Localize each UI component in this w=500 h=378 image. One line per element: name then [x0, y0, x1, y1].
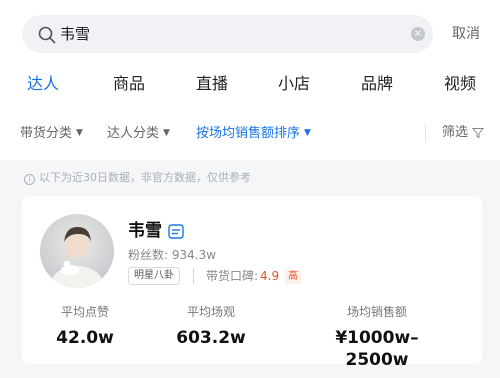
avg-views-label: 平均场观 [186, 305, 235, 319]
tag-divider [193, 268, 194, 284]
goods-category-filter[interactable]: 带货分类 ▼ [20, 124, 83, 143]
category-tag: 明星八卦 [128, 267, 180, 285]
tab-shops[interactable]: 小店 [278, 74, 310, 94]
search-icon [38, 26, 56, 44]
avg-sales-label: 场均销售额 [346, 305, 407, 319]
reputation-label: 带货口碑: [206, 269, 259, 283]
info-icon: i [24, 174, 35, 185]
screen-button[interactable]: 筛选 [442, 124, 468, 142]
tab-brands[interactable]: 品牌 [361, 74, 393, 94]
caret-down-icon: ▼ [304, 128, 311, 138]
live-badge-icon [168, 224, 184, 239]
talent-name[interactable]: 韦雪 [128, 220, 162, 242]
sort-filter[interactable]: 按场均销售额排序 ▼ [196, 124, 311, 143]
avg-sales-value: ¥1000w–2500w [335, 328, 419, 370]
avatar[interactable] [40, 214, 114, 288]
avatar-image [51, 226, 103, 288]
sort-label: 按场均销售额排序 [196, 126, 301, 141]
search-input[interactable]: 韦雪 [60, 24, 90, 44]
reputation-score: 4.9 [260, 269, 280, 283]
tab-videos[interactable]: 视频 [444, 74, 476, 94]
tab-live[interactable]: 直播 [196, 74, 228, 94]
funnel-icon[interactable] [472, 127, 484, 139]
reputation: 带货口碑: 4.9 高 [206, 267, 302, 285]
avg-views-value: 603.2w [176, 328, 246, 348]
talent-category-filter[interactable]: 达人分类 ▼ [107, 124, 170, 143]
reputation-level-badge: 高 [285, 270, 302, 284]
tab-talent[interactable]: 达人 [27, 74, 59, 94]
header-panel: 韦雪 × 取消 达人 商品 直播 小店 品牌 视频 带货分类 ▼ 达人分类 ▼ 按场… [0, 0, 500, 160]
avg-likes-value: 42.0w [56, 328, 114, 348]
search-bar[interactable]: 韦雪 × [22, 15, 433, 53]
goods-category-label: 带货分类 [20, 126, 73, 141]
notice-text: 以下为近30日数据，非官方数据，仅供参考 [39, 171, 251, 184]
cancel-button[interactable]: 取消 [452, 25, 480, 43]
caret-down-icon: ▼ [163, 128, 170, 138]
avg-likes-label: 平均点赞 [60, 305, 109, 319]
talent-category-label: 达人分类 [107, 126, 160, 141]
clear-icon[interactable]: × [411, 27, 425, 41]
caret-down-icon: ▼ [76, 128, 83, 138]
tab-products[interactable]: 商品 [113, 74, 145, 94]
talent-card[interactable]: 韦雪 粉丝数: 934.3w 明星八卦 带货口碑: 4.9 高 平均点赞 42.0w… [22, 196, 482, 370]
fans-count: 粉丝数: 934.3w [128, 248, 217, 262]
data-notice: i 以下为近30日数据，非官方数据，仅供参考 [24, 170, 251, 186]
filter-divider [425, 124, 426, 142]
